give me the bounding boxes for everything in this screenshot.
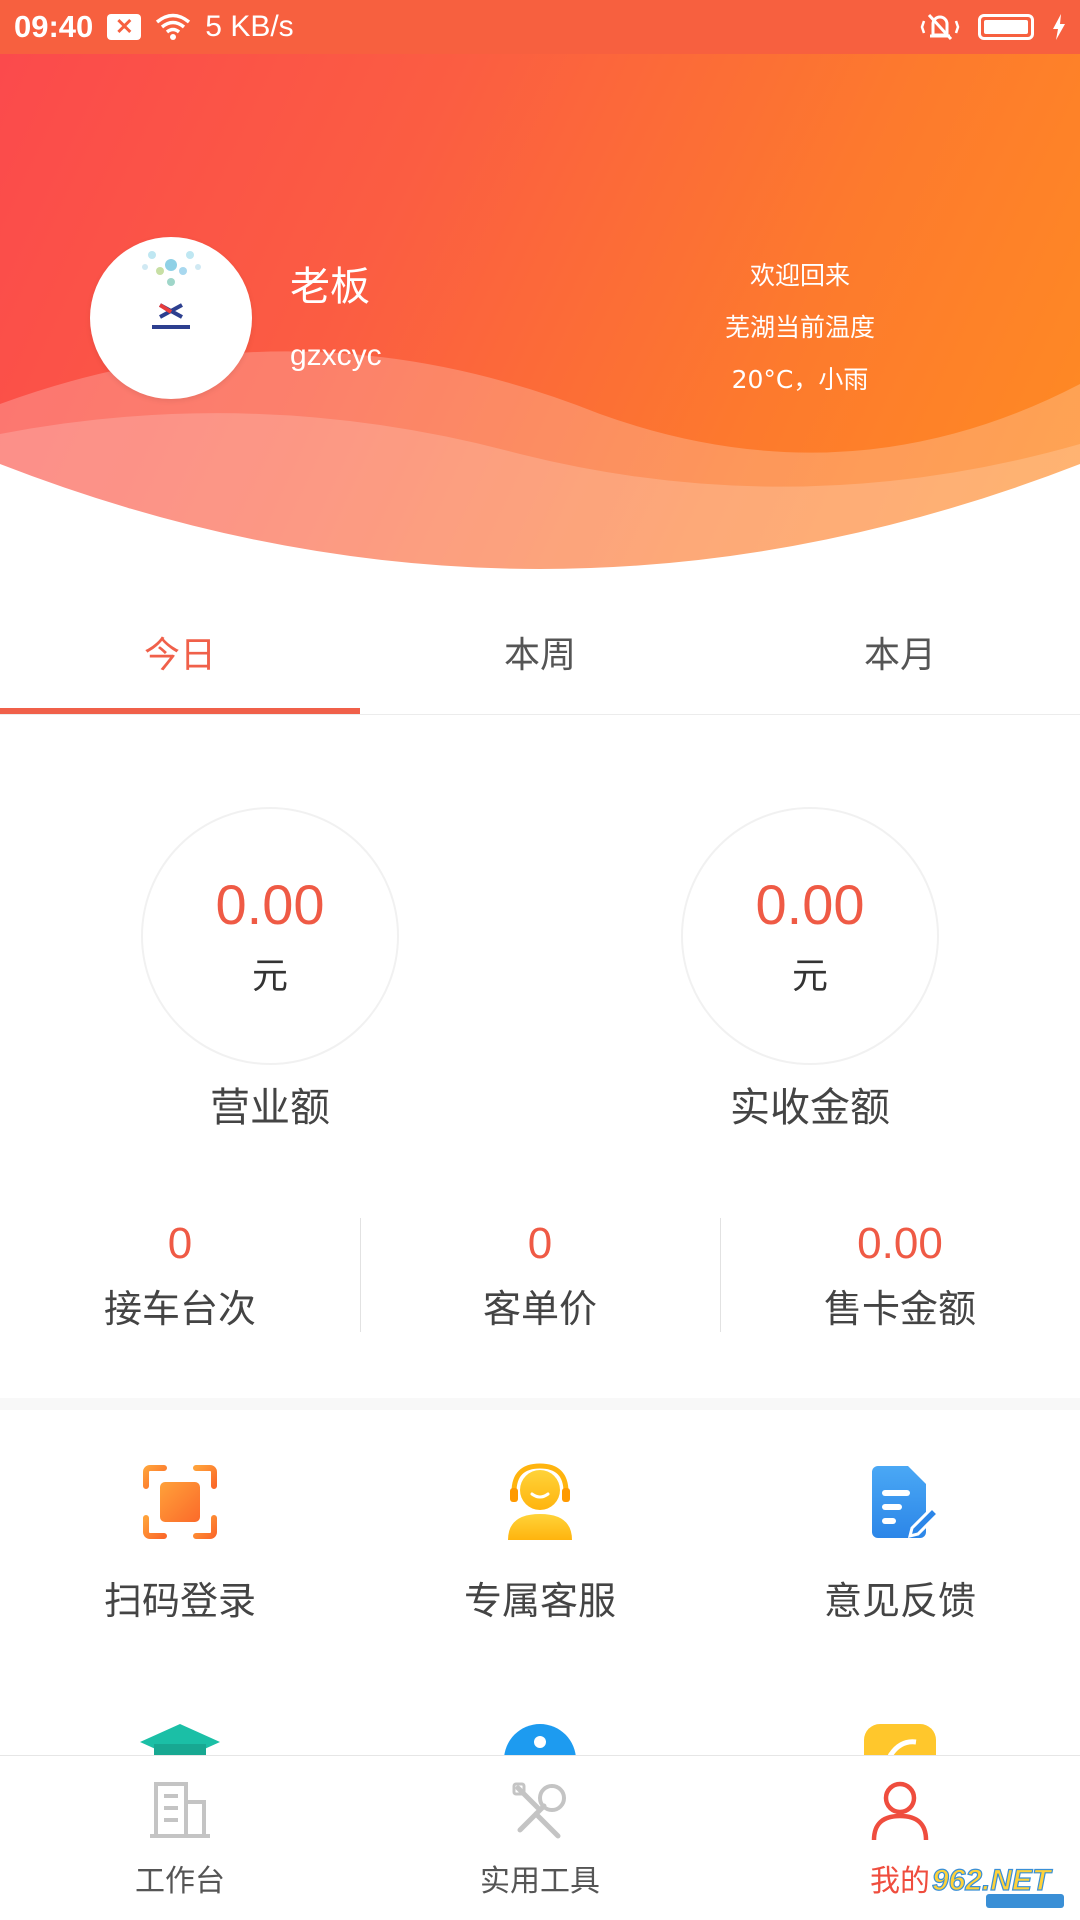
status-time: 09:40 (14, 9, 94, 44)
weather-text: 20°C，小雨 (731, 365, 869, 394)
watermark-icon: 962.NET (931, 1863, 1064, 1908)
tool-label: 意见反馈 (823, 1579, 976, 1623)
nav-label: 我的 (870, 1864, 930, 1899)
metrics-row: 0 接车台次 0 客单价 0.00 售卡金额 (0, 1210, 1080, 1340)
vibrate-icon (920, 13, 960, 41)
received-amount-label: 实收金额 (730, 1085, 890, 1131)
revenue-unit: 元 (251, 956, 288, 997)
user-icon (871, 1781, 929, 1841)
user-name: 老板 (290, 264, 370, 310)
revenue-circle: 0.00 元 (141, 807, 399, 1065)
wifi-icon (156, 13, 191, 40)
metric-vehicle-count: 0 接车台次 (0, 1210, 360, 1340)
avatar[interactable] (90, 237, 252, 399)
nav-label: 实用工具 (480, 1864, 600, 1899)
info-circle-icon (504, 1724, 576, 1756)
status-bar: 09:40 ✕ 5 KB/s (0, 0, 1080, 54)
welcome-text: 欢迎回来 (749, 261, 850, 290)
metric-label: 售卡金额 (823, 1286, 976, 1331)
nav-workbench[interactable]: 工作台 (0, 1756, 360, 1920)
tool-label: 专属客服 (463, 1579, 616, 1623)
company-logo-icon (142, 251, 201, 329)
scan-login-button[interactable]: 扫码登录 (0, 1462, 360, 1662)
metric-value: 0.00 (857, 1218, 943, 1268)
location-temperature: 芜湖当前温度 (724, 313, 875, 342)
feedback-icon (872, 1466, 940, 1539)
metric-value: 0 (167, 1218, 193, 1268)
charging-icon (1053, 14, 1065, 40)
customer-service-icon (508, 1463, 572, 1540)
notification-icon: ✕ (107, 14, 142, 40)
tab-today[interactable]: 今日 (0, 590, 360, 714)
scan-icon (143, 1465, 217, 1539)
watermark-logo: 962.NET (928, 1854, 1068, 1910)
bottom-nav: 工作台 实用工具 我的 (0, 1755, 1080, 1920)
revenue-label: 营业额 (210, 1085, 330, 1131)
tool-label: 扫码登录 (103, 1579, 256, 1623)
screen: 09:40 ✕ 5 KB/s 老板 gzxcyc 欢迎回来 芜湖当前温度 20°… (0, 0, 1080, 1920)
metric-card-sales: 0.00 售卡金额 (720, 1210, 1080, 1340)
building-icon (150, 1782, 210, 1838)
tab-this-month[interactable]: 本月 (720, 590, 1080, 714)
period-tabs: 今日 本周 本月 (0, 590, 1080, 715)
battery-icon (978, 14, 1034, 40)
metric-value: 0 (527, 1218, 553, 1268)
tools-icon (512, 1782, 566, 1839)
metric-avg-order-price: 0 客单价 (360, 1210, 720, 1340)
section-divider (0, 1398, 1080, 1410)
revenue-value: 0.00 (215, 873, 325, 936)
partial-tool-row (0, 1720, 1080, 1756)
nav-label: 工作台 (135, 1864, 225, 1899)
tab-this-week[interactable]: 本周 (360, 590, 720, 714)
user-id: gzxcyc (290, 339, 382, 372)
svg-text:962.NET: 962.NET (932, 1864, 1053, 1897)
feedback-button[interactable]: 意见反馈 (720, 1462, 1080, 1662)
metric-label: 客单价 (482, 1286, 597, 1331)
share-icon (864, 1724, 936, 1756)
graduation-cap-icon (140, 1724, 220, 1756)
metric-label: 接车台次 (103, 1286, 256, 1331)
nav-tools[interactable]: 实用工具 (360, 1756, 720, 1920)
received-amount-value: 0.00 (755, 873, 865, 936)
received-amount-circle: 0.00 元 (681, 807, 939, 1065)
profile-header: 老板 gzxcyc 欢迎回来 芜湖当前温度 20°C，小雨 (0, 54, 1080, 584)
customer-service-button[interactable]: 专属客服 (360, 1462, 720, 1662)
received-amount-unit: 元 (791, 956, 828, 997)
weather-info: 欢迎回来 芜湖当前温度 20°C，小雨 (640, 250, 960, 406)
network-speed: 5 KB/s (205, 10, 294, 43)
